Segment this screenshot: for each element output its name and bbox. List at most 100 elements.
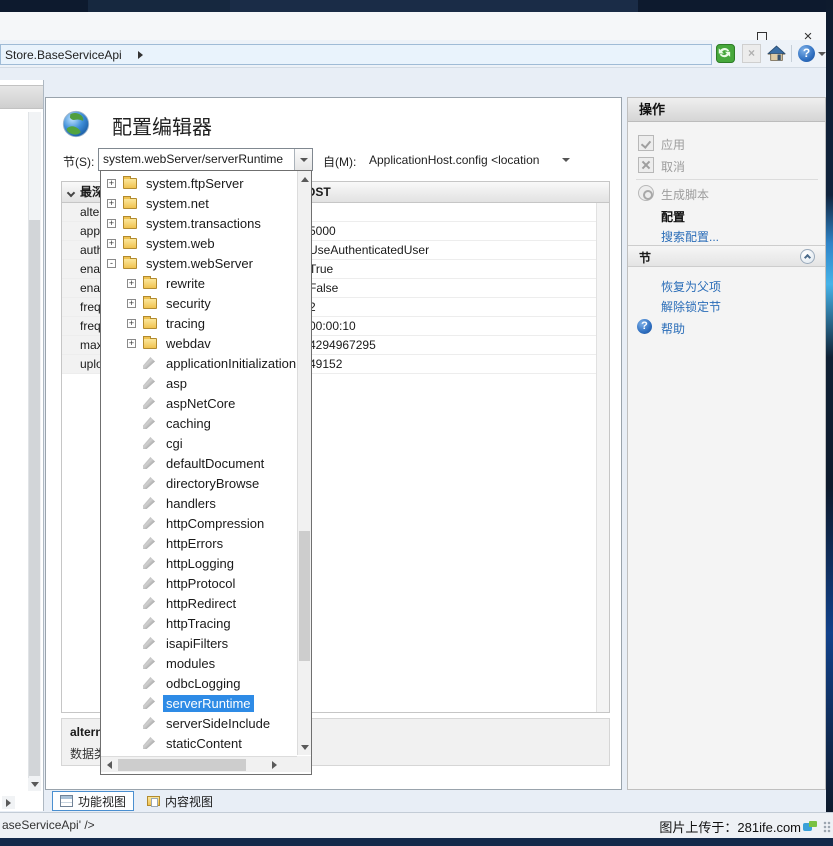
tree-item-label[interactable]: httpCompression (163, 515, 267, 532)
refresh-icon[interactable] (716, 44, 735, 63)
tree-item-label[interactable]: serverSideInclude (163, 715, 273, 732)
tree-item[interactable]: staticContent (101, 733, 297, 753)
home-icon[interactable] (767, 44, 786, 63)
scroll-down-icon[interactable] (298, 740, 311, 754)
expand-toggle-icon[interactable]: + (127, 279, 136, 288)
tree-item-label[interactable]: cgi (163, 435, 186, 452)
grid-vertical-scrollbar[interactable] (596, 203, 609, 712)
tree-item-label[interactable]: modules (163, 655, 218, 672)
revert-to-parent-link[interactable]: 恢复为父项 (628, 276, 825, 296)
help-icon[interactable]: ? (798, 45, 815, 62)
tree-hscroll-thumb[interactable] (118, 759, 246, 771)
resize-grip[interactable] (823, 821, 831, 833)
tree-item[interactable]: handlers (101, 493, 297, 513)
property-value[interactable]: False (304, 279, 609, 297)
tree-item-label[interactable]: caching (163, 415, 214, 432)
tree-item-label[interactable]: applicationInitialization (163, 355, 299, 372)
scroll-left-icon[interactable] (102, 758, 116, 771)
tree-item-label[interactable]: httpTracing (163, 615, 234, 632)
tree-item[interactable]: serverSideInclude (101, 713, 297, 733)
connections-scrollbar-thumb[interactable] (29, 220, 40, 776)
tree-item[interactable]: + webdav (101, 333, 297, 353)
tree-item[interactable]: isapiFilters (101, 633, 297, 653)
tree-item-label[interactable]: staticContent (163, 735, 245, 752)
help-dropdown-icon[interactable] (818, 52, 826, 56)
tree-item[interactable]: serverRuntime (101, 693, 297, 713)
tree-item[interactable]: httpRedirect (101, 593, 297, 613)
tree-item[interactable]: asp (101, 373, 297, 393)
tree-item[interactable]: + system.ftpServer (101, 173, 297, 193)
breadcrumb-arrow-icon[interactable] (138, 51, 143, 59)
expand-toggle-icon[interactable]: + (107, 219, 116, 228)
tree-item[interactable]: httpLogging (101, 553, 297, 573)
tab-features-view[interactable]: 功能视图 (52, 791, 134, 811)
from-combobox[interactable]: ApplicationHost.config <location (369, 153, 539, 167)
cancel-button[interactable]: 取消 (628, 156, 825, 176)
tree-item-label[interactable]: system.ftpServer (143, 175, 247, 192)
tree-item-label[interactable]: httpLogging (163, 555, 237, 572)
expand-toggle-icon[interactable]: + (107, 199, 116, 208)
tree-item[interactable]: + rewrite (101, 273, 297, 293)
tree-item-label[interactable]: directoryBrowse (163, 475, 262, 492)
tree-item-label[interactable]: asp (163, 375, 190, 392)
tree-item[interactable]: + system.web (101, 233, 297, 253)
tree-item-label[interactable]: serverRuntime (163, 695, 254, 712)
tree-item-label[interactable]: defaultDocument (163, 455, 267, 472)
tree-item-label[interactable]: tracing (163, 315, 208, 332)
tree-item[interactable]: + system.net (101, 193, 297, 213)
tree-item-label[interactable]: system.webServer (143, 255, 256, 272)
tree-item[interactable]: + system.transactions (101, 213, 297, 233)
expand-toggle-icon[interactable]: + (127, 339, 136, 348)
tree-item-label[interactable]: system.transactions (143, 215, 264, 232)
tree-item-label[interactable]: aspNetCore (163, 395, 238, 412)
tree-item[interactable]: - system.webServer (101, 253, 297, 273)
tree-item[interactable]: httpErrors (101, 533, 297, 553)
tree-item[interactable]: aspNetCore (101, 393, 297, 413)
tree-item[interactable]: caching (101, 413, 297, 433)
tree-item[interactable]: cgi (101, 433, 297, 453)
apply-button[interactable]: 应用 (628, 134, 825, 154)
expand-toggle-icon[interactable]: + (107, 239, 116, 248)
property-value[interactable] (304, 203, 609, 221)
scroll-right-icon[interactable] (2, 796, 15, 809)
tree-item-label[interactable]: security (163, 295, 214, 312)
collapse-group-icon[interactable] (67, 189, 75, 197)
generate-script-button[interactable]: 生成脚本 (628, 184, 825, 204)
section-combobox[interactable]: system.webServer/serverRuntime (98, 148, 313, 171)
address-bar[interactable]: Store.BaseServiceApi (0, 44, 712, 65)
collapse-section-button[interactable] (800, 249, 815, 264)
search-configuration-link[interactable]: 搜索配置... (628, 226, 825, 246)
unlock-section-link[interactable]: 解除锁定节 (628, 296, 825, 316)
tree-item-label[interactable]: httpErrors (163, 535, 226, 552)
expand-toggle-icon[interactable]: + (127, 299, 136, 308)
tree-item-label[interactable]: webdav (163, 335, 214, 352)
tree-item-label[interactable]: httpRedirect (163, 595, 239, 612)
tree-item-label[interactable]: rewrite (163, 275, 208, 292)
tree-vscroll-thumb[interactable] (299, 531, 310, 661)
section-combobox-dropdown-button[interactable] (294, 149, 312, 170)
scroll-up-icon[interactable] (298, 172, 311, 186)
tree-item[interactable]: httpTracing (101, 613, 297, 633)
tab-content-view[interactable]: 内容视图 (140, 791, 220, 811)
property-value[interactable]: 49152 (304, 355, 609, 373)
tree-item-label[interactable]: isapiFilters (163, 635, 231, 652)
section-group-header[interactable]: 节 (628, 245, 825, 267)
property-value[interactable]: True (304, 260, 609, 278)
tree-item[interactable]: odbcLogging (101, 673, 297, 693)
breadcrumb[interactable]: Store.BaseServiceApi (1, 48, 122, 62)
tree-item[interactable]: modules (101, 653, 297, 673)
tree-vertical-scrollbar[interactable] (297, 171, 311, 755)
property-value[interactable]: 2 (304, 298, 609, 316)
property-value[interactable]: 4294967295 (304, 336, 609, 354)
scroll-down-icon[interactable] (28, 778, 41, 791)
tree-item-label[interactable]: system.net (143, 195, 212, 212)
expand-toggle-icon[interactable]: + (127, 319, 136, 328)
scroll-right-icon[interactable] (267, 758, 281, 771)
tree-item[interactable]: httpCompression (101, 513, 297, 533)
expand-toggle-icon[interactable]: - (107, 259, 116, 268)
help-link[interactable]: ? 帮助 (628, 318, 825, 338)
expand-toggle-icon[interactable]: + (107, 179, 116, 188)
property-value[interactable]: 5000 (304, 222, 609, 240)
tree-item[interactable]: httpProtocol (101, 573, 297, 593)
stop-icon[interactable]: × (742, 44, 761, 63)
